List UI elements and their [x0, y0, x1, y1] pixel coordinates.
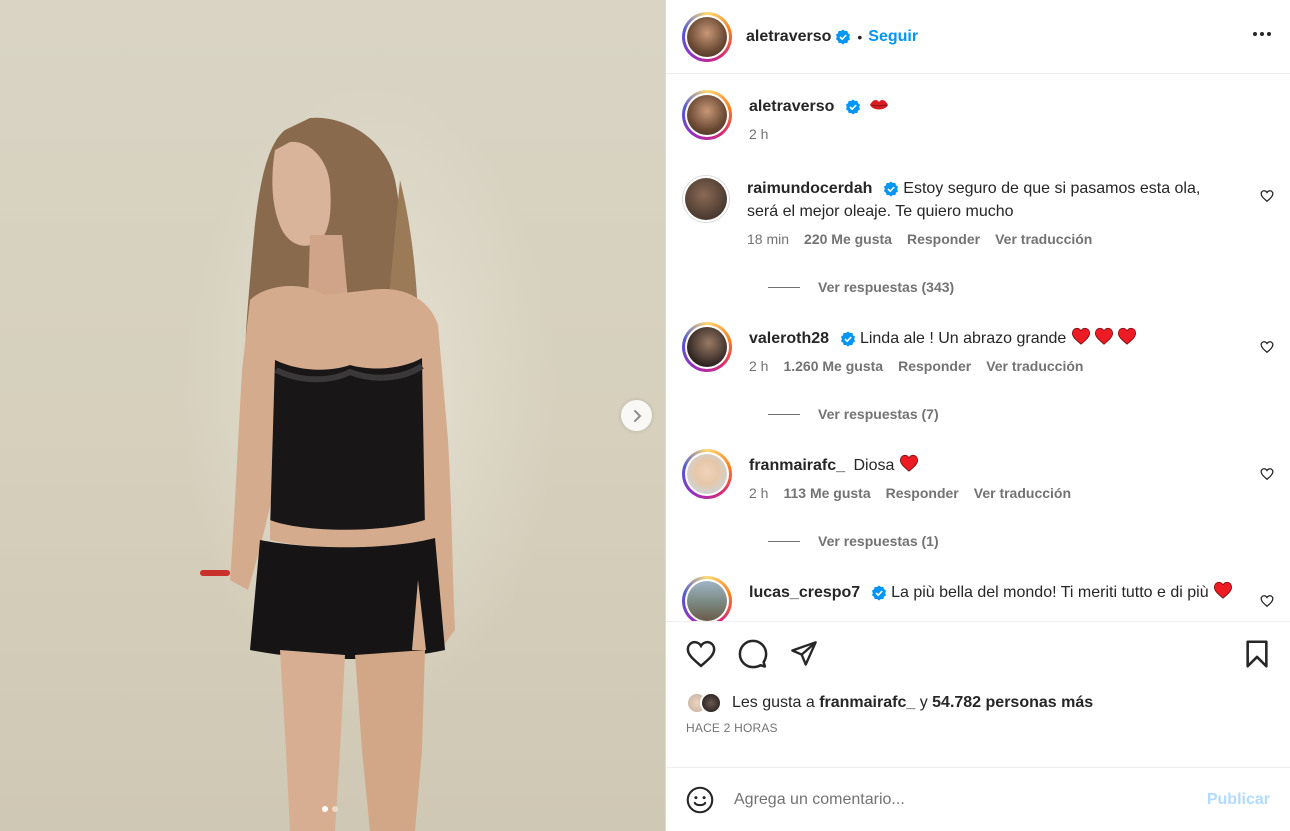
translate-button[interactable]: Ver traducción	[986, 358, 1083, 374]
publish-button[interactable]: Publicar	[1207, 791, 1270, 809]
red-heart-emoji-icon	[1094, 327, 1113, 345]
comment-avatar[interactable]	[682, 576, 732, 621]
likes-count[interactable]: 54.782 personas más	[932, 694, 1093, 712]
comment-time: 2 h	[749, 485, 769, 501]
comment-like-heart-icon[interactable]	[1260, 467, 1274, 481]
translate-button[interactable]: Ver traducción	[995, 231, 1092, 247]
liker-avatars	[686, 692, 722, 714]
verified-badge-icon	[840, 331, 855, 347]
likes-summary[interactable]: Les gusta a franmairafc_ y 54.782 person…	[666, 685, 1290, 721]
red-heart-emoji-icon	[1071, 327, 1090, 345]
header-separator: •	[857, 28, 863, 45]
red-heart-emoji-icon	[899, 454, 918, 472]
carousel-next-button[interactable]	[621, 400, 652, 431]
verified-badge-icon	[845, 99, 860, 115]
bookmark-icon	[1246, 639, 1268, 668]
comment-avatar[interactable]	[682, 322, 732, 372]
comment-text: Linda ale ! Un abrazo grande	[859, 330, 1067, 347]
view-replies-button[interactable]: Ver respuestas (7)	[768, 406, 1274, 422]
view-replies-button[interactable]: Ver respuestas (1)	[768, 533, 1274, 549]
comment-likes[interactable]: 113 Me gusta	[783, 485, 870, 501]
caption-time: 2 h	[749, 126, 769, 142]
post-photo[interactable]	[0, 0, 666, 831]
post-timestamp: HACE 2 HORAS	[686, 721, 778, 735]
likes-prefix: Les gusta a	[732, 694, 815, 711]
emoji-picker-button[interactable]	[686, 786, 714, 814]
comment-time: 2 h	[749, 358, 769, 374]
red-heart-emoji-icon	[1117, 327, 1136, 345]
more-options-button[interactable]	[1250, 22, 1274, 52]
carousel-dot	[332, 806, 338, 812]
caption-row: aletraverso 2 h	[682, 90, 1274, 142]
comment-row: lucas_crespo7 La più bella del mondo! Ti…	[682, 576, 1274, 621]
view-replies-label: Ver respuestas (1)	[818, 533, 939, 549]
view-replies-label: Ver respuestas (7)	[818, 406, 939, 422]
verified-badge-icon	[836, 29, 851, 44]
comment-username[interactable]: franmairafc_	[749, 457, 845, 474]
smiley-icon	[686, 786, 714, 813]
likes-user[interactable]: franmairafc_	[819, 694, 915, 712]
send-paper-plane-icon	[791, 640, 817, 666]
verified-badge-icon	[883, 181, 898, 197]
comment-input[interactable]	[734, 790, 1207, 809]
verified-badge-icon	[871, 585, 886, 601]
comment-like-heart-icon[interactable]	[1260, 340, 1274, 354]
carousel-dot-active	[322, 806, 328, 812]
carousel-indicator	[322, 806, 338, 812]
comment-text: La più bella del mondo! Ti meriti tutto …	[891, 584, 1209, 601]
chevron-right-icon	[633, 409, 641, 422]
caption-avatar[interactable]	[682, 90, 732, 140]
comment-row: valeroth28 Linda ale ! Un abrazo grande …	[682, 322, 1274, 374]
reply-button[interactable]: Responder	[898, 358, 971, 374]
comment-time: 18 min	[747, 231, 790, 247]
comment-composer: Publicar	[666, 767, 1290, 831]
comment-bubble-icon	[738, 639, 768, 668]
likes-connector: y	[919, 694, 928, 711]
comment-like-heart-icon[interactable]	[1260, 594, 1274, 608]
photo-subject	[200, 117, 455, 831]
view-replies-label: Ver respuestas (343)	[818, 279, 955, 295]
post-modal: aletraverso • Seguir aletraverso 2 h rai…	[0, 0, 1290, 831]
comment-avatar[interactable]	[682, 175, 730, 223]
more-horizontal-icon	[1253, 31, 1271, 36]
post-header: aletraverso • Seguir	[666, 0, 1290, 74]
like-button[interactable]	[686, 640, 716, 668]
save-button[interactable]	[1244, 639, 1270, 668]
comment-text: Diosa	[853, 457, 895, 474]
red-heart-emoji-icon	[1214, 581, 1233, 599]
heart-icon	[686, 640, 716, 668]
share-button[interactable]	[790, 640, 818, 668]
caption-username[interactable]: aletraverso	[749, 98, 834, 115]
comment-likes[interactable]: 220 Me gusta	[804, 231, 892, 247]
liker-avatar	[700, 692, 722, 714]
comment-username[interactable]: valeroth28	[749, 330, 829, 347]
comment-username[interactable]: raimundocerdah	[747, 180, 872, 197]
author-username[interactable]: aletraverso	[746, 28, 831, 46]
comments-list[interactable]: aletraverso 2 h raimundocerdah Estoy seg…	[666, 74, 1290, 621]
lips-emoji-icon	[870, 100, 889, 110]
author-avatar[interactable]	[682, 11, 732, 62]
comment-avatar[interactable]	[682, 449, 732, 499]
comment-like-heart-icon[interactable]	[1260, 189, 1274, 203]
reply-button[interactable]: Responder	[907, 231, 980, 247]
post-sidebar: aletraverso • Seguir aletraverso 2 h rai…	[666, 0, 1290, 831]
comment-button[interactable]	[738, 639, 768, 669]
view-replies-button[interactable]: Ver respuestas (343)	[768, 279, 1274, 295]
post-actions	[666, 621, 1290, 685]
translate-button[interactable]: Ver traducción	[974, 485, 1071, 501]
follow-button[interactable]: Seguir	[868, 28, 918, 46]
reply-button[interactable]: Responder	[886, 485, 959, 501]
comment-username[interactable]: lucas_crespo7	[749, 584, 860, 601]
comment-likes[interactable]: 1.260 Me gusta	[783, 358, 883, 374]
comment-row: raimundocerdah Estoy seguro de que si pa…	[682, 175, 1274, 247]
comment-row: franmairafc_ Diosa 2 h 113 Me gusta Resp…	[682, 449, 1274, 501]
